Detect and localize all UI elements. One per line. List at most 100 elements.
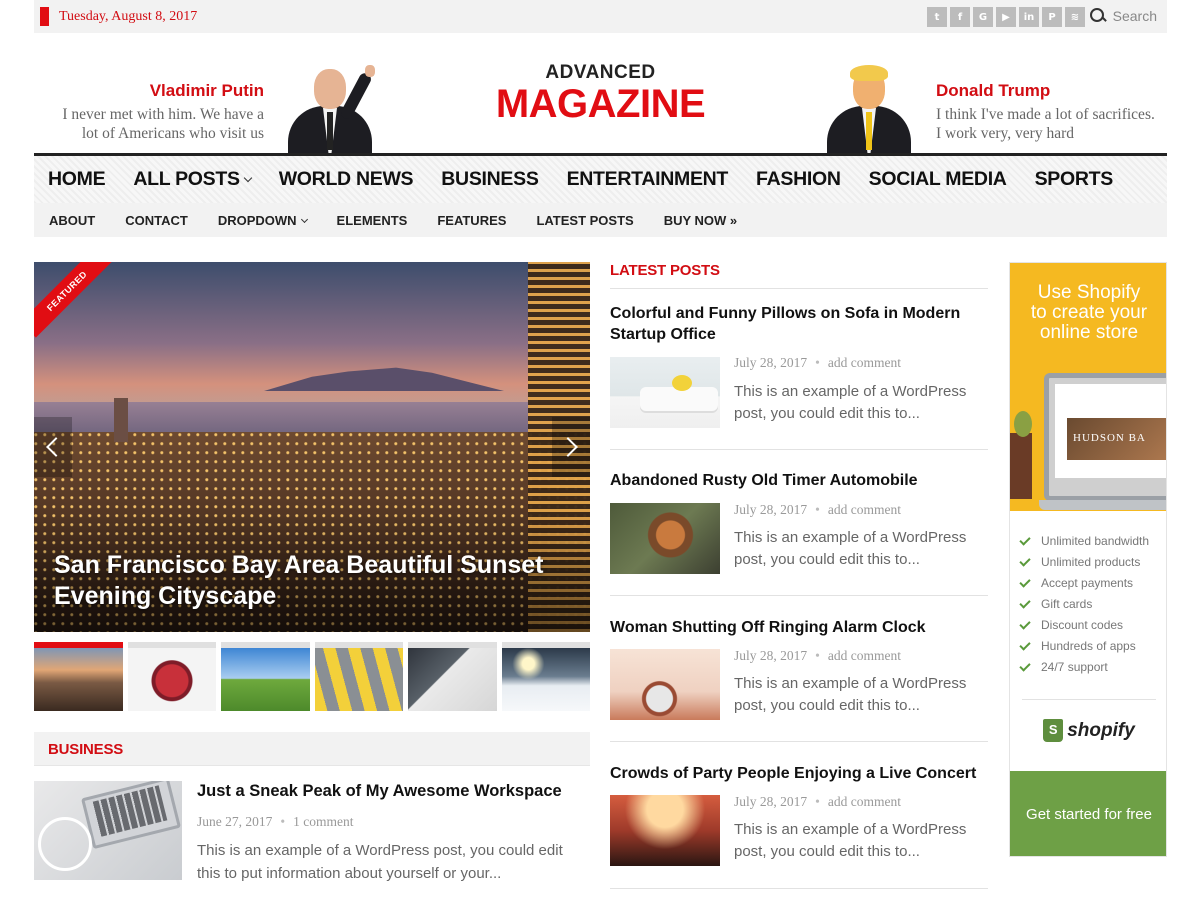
- slider-prev-button[interactable]: [34, 417, 72, 477]
- excerpt-line-2: post, you could edit this to...: [734, 843, 920, 860]
- slider-thumb-3[interactable]: [221, 642, 310, 711]
- secondary-nav: ABOUT CONTACT DROPDOWN ELEMENTS FEATURES…: [34, 203, 1167, 237]
- slider-thumbnails: [34, 642, 590, 711]
- rss-icon[interactable]: ≋: [1065, 7, 1085, 27]
- shopify-wordmark: shopify: [1067, 719, 1135, 741]
- ad-feature-label: Discount codes: [1041, 618, 1124, 632]
- excerpt-line-2: post, you could edit this to...: [734, 551, 920, 568]
- latest-posts-title[interactable]: LATEST POSTS: [610, 262, 720, 279]
- post-title-line-1: Abandoned Rusty Old Timer Automobile: [610, 472, 918, 489]
- nav-item-entertainment[interactable]: ENTERTAINMENT: [553, 168, 742, 191]
- post-excerpt: This is an example of a WordPress post, …: [734, 527, 988, 571]
- nav-item-business[interactable]: BUSINESS: [427, 168, 552, 191]
- post-date: July 28, 2017: [734, 794, 808, 809]
- post-excerpt: This is an example of a WordPress post, …: [734, 673, 988, 717]
- latest-post-1: Colorful and Funny Pillows on Sofa in Mo…: [610, 303, 988, 450]
- ad-headline: Use Shopify to create your online store: [1010, 282, 1166, 343]
- excerpt-line-1: This is an example of a WordPress: [734, 821, 967, 838]
- ad-laptop-image: HUDSON BA: [1039, 373, 1166, 510]
- nav-item-label: HOME: [48, 168, 106, 190]
- main-nav: HOME ALL POSTS WORLD NEWS BUSINESS ENTER…: [34, 153, 1167, 203]
- post-comments-link[interactable]: add comment: [828, 355, 901, 370]
- ad-feature: 24/7 support: [1019, 657, 1149, 678]
- top-bar: Tuesday, August 8, 2017 t f G ▶ in P ≋ S…: [34, 0, 1167, 33]
- post-title[interactable]: Crowds of Party People Enjoying a Live C…: [610, 763, 988, 784]
- post-comments-link[interactable]: add comment: [828, 794, 901, 809]
- latest-post-4: Crowds of Party People Enjoying a Live C…: [610, 763, 988, 889]
- post-comments-link[interactable]: add comment: [828, 648, 901, 663]
- post-title-line-1: Woman Shutting Off Ringing Alarm Clock: [610, 619, 926, 636]
- slide-image-tower: [114, 398, 128, 442]
- subnav-item-label: ABOUT: [49, 212, 96, 228]
- post-image[interactable]: [610, 795, 720, 866]
- quote-right-line-2: I work very, very hard: [936, 125, 1075, 142]
- search-button[interactable]: Search: [1089, 7, 1157, 25]
- featured-ribbon: FEATURED: [34, 262, 114, 338]
- ad-headline-line-1: Use Shopify: [1037, 282, 1141, 303]
- post-comments-link[interactable]: 1 comment: [293, 814, 353, 829]
- post-title-line-2: Startup Office: [610, 326, 716, 343]
- subnav-item-buy-now[interactable]: BUY NOW »: [649, 213, 752, 228]
- subnav-item-contact[interactable]: CONTACT: [110, 213, 203, 228]
- post-image[interactable]: [610, 357, 720, 428]
- nav-item-social-media[interactable]: SOCIAL MEDIA: [855, 168, 1021, 191]
- post-title-line-1: Colorful and Funny Pillows on Sofa in Mo…: [610, 305, 961, 322]
- slider-thumb-2[interactable]: [127, 642, 216, 711]
- featured-slider[interactable]: FEATURED San Francisco Bay Area Beautifu…: [34, 262, 590, 632]
- post-title[interactable]: Colorful and Funny Pillows on Sofa in Mo…: [610, 303, 988, 345]
- ad-feature-label: 24/7 support: [1041, 660, 1108, 674]
- slider-thumb-5[interactable]: [408, 642, 497, 711]
- slider-thumb-6[interactable]: [501, 642, 590, 711]
- post-excerpt: This is an example of a WordPress post, …: [734, 819, 988, 863]
- post-title[interactable]: Woman Shutting Off Ringing Alarm Clock: [610, 617, 988, 638]
- facebook-icon[interactable]: f: [950, 7, 970, 27]
- meta-separator: •: [815, 502, 820, 517]
- slide-caption-line-2: Evening Cityscape: [54, 582, 277, 610]
- slider-thumb-1[interactable]: [34, 642, 123, 711]
- business-post-title[interactable]: Just a Sneak Peak of My Awesome Workspac…: [197, 782, 562, 801]
- slider-next-button[interactable]: [552, 417, 590, 477]
- post-image[interactable]: [610, 503, 720, 574]
- business-section-title[interactable]: BUSINESS: [48, 741, 123, 758]
- nav-item-fashion[interactable]: FASHION: [742, 168, 855, 191]
- quote-right-name[interactable]: Donald Trump: [936, 81, 1155, 101]
- google-plus-icon[interactable]: G: [973, 7, 993, 27]
- subnav-item-latest-posts[interactable]: LATEST POSTS: [521, 213, 648, 228]
- subnav-item-features[interactable]: FEATURES: [422, 213, 521, 228]
- twitter-icon[interactable]: t: [927, 7, 947, 27]
- subnav-item-elements[interactable]: ELEMENTS: [322, 213, 423, 228]
- ad-feature-label: Unlimited products: [1041, 555, 1141, 569]
- shopify-ad-banner[interactable]: Use Shopify to create your online store …: [1009, 262, 1167, 857]
- nav-item-label: WORLD NEWS: [278, 168, 414, 190]
- business-post-image[interactable]: [34, 781, 182, 880]
- nav-item-sports[interactable]: SPORTS: [1021, 168, 1127, 191]
- post-date: July 28, 2017: [734, 502, 808, 517]
- ad-cta-button[interactable]: Get started for free: [1010, 771, 1166, 856]
- slide-caption[interactable]: San Francisco Bay Area Beautiful Sunset …: [54, 550, 574, 612]
- subnav-item-dropdown[interactable]: DROPDOWN: [203, 213, 322, 228]
- post-image[interactable]: [610, 649, 720, 720]
- ad-feature-label: Accept payments: [1041, 576, 1134, 590]
- meta-separator: •: [280, 814, 286, 829]
- youtube-icon[interactable]: ▶: [996, 7, 1016, 27]
- checkmark-icon: [1019, 533, 1031, 546]
- search-icon: [1089, 7, 1107, 25]
- slider-thumb-4[interactable]: [314, 642, 403, 711]
- ad-feature: Accept payments: [1019, 573, 1149, 594]
- nav-item-all-posts[interactable]: ALL POSTS: [119, 168, 264, 191]
- post-comments-link[interactable]: add comment: [828, 502, 901, 517]
- ad-feature-label: Unlimited bandwidth: [1041, 534, 1150, 548]
- post-title[interactable]: Abandoned Rusty Old Timer Automobile: [610, 470, 988, 491]
- thumb-image: [221, 648, 310, 711]
- linkedin-icon[interactable]: in: [1019, 7, 1039, 27]
- subnav-item-about[interactable]: ABOUT: [34, 213, 110, 228]
- ad-laptop-screen: HUDSON BA: [1055, 384, 1166, 478]
- nav-item-world-news[interactable]: WORLD NEWS: [265, 168, 428, 191]
- excerpt-line-2: post, you could edit this to...: [734, 405, 920, 422]
- chevron-right-icon: [558, 437, 578, 457]
- pinterest-icon[interactable]: P: [1042, 7, 1062, 27]
- post-divider: [610, 741, 988, 742]
- nav-item-home[interactable]: HOME: [34, 168, 119, 191]
- nav-item-label: ENTERTAINMENT: [566, 168, 729, 190]
- business-post-meta: June 27, 2017 • 1 comment: [197, 814, 353, 830]
